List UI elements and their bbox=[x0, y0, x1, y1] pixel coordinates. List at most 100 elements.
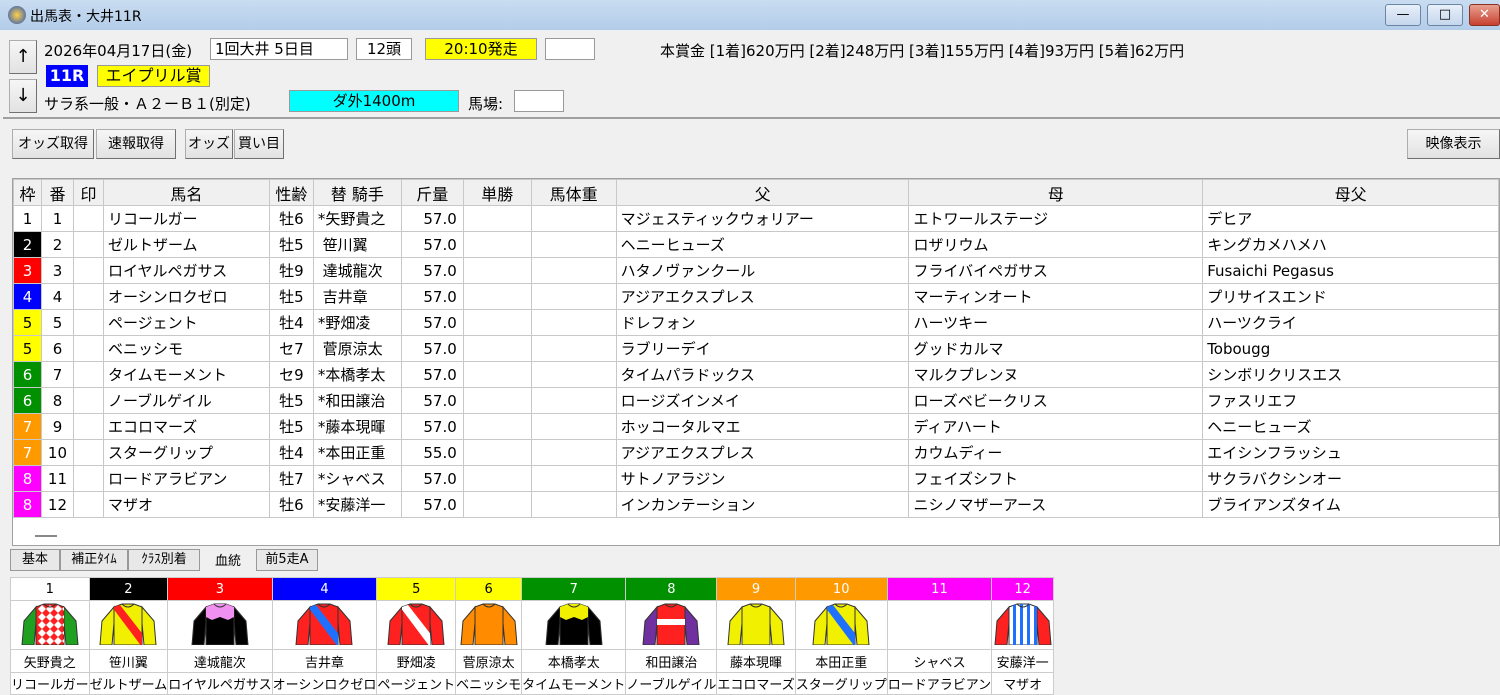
silk-jockey: 安藤洋一 bbox=[991, 649, 1055, 673]
divider bbox=[3, 117, 1500, 119]
column-header[interactable]: 母 bbox=[908, 179, 1204, 206]
column-header[interactable]: 斤量 bbox=[400, 179, 464, 206]
app-logo-icon bbox=[8, 6, 26, 24]
column-header[interactable]: 番 bbox=[40, 179, 74, 206]
silk-number: 8 bbox=[625, 577, 718, 601]
cell-sexage: 牡5 bbox=[268, 283, 314, 310]
column-header[interactable]: 印 bbox=[72, 179, 104, 206]
cell-odds bbox=[462, 231, 532, 258]
cell-bw bbox=[530, 413, 617, 440]
cell-num: 12 bbox=[40, 491, 74, 518]
silk-number: 6 bbox=[455, 577, 523, 601]
silk-horse: ロイヤルペガサス bbox=[167, 672, 273, 695]
silk-cell bbox=[167, 600, 273, 650]
cell-name: スターグリップ bbox=[102, 439, 270, 466]
race-card-grid[interactable]: 枠番印馬名 性齢替 騎手 斤量 単勝 馬体重父母母父 1 1 リコールガー 牡6 *矢野貴之 57… bbox=[12, 178, 1500, 546]
cell-sire: ラブリーデイ bbox=[615, 335, 910, 362]
cell-odds bbox=[462, 257, 532, 284]
column-header[interactable]: 単勝 bbox=[462, 179, 532, 206]
cell-weight: 57.0 bbox=[400, 413, 464, 440]
table-row[interactable]: 8 11 ロードアラビアン 牡7 *シャベス 57.0 サトノアラジン フェイズシフト サクラバ… bbox=[13, 465, 1499, 492]
silk-jockey: 本田正重 bbox=[794, 649, 888, 673]
cell-sire: タイムパラドックス bbox=[615, 361, 910, 388]
close-button[interactable]: ✕ bbox=[1469, 4, 1500, 26]
cell-sire: アジアエクスプレス bbox=[615, 439, 910, 466]
table-row[interactable]: 7 10 スターグリップ 牡4 *本田正重 55.0 アジアエクスプレス カウムディー エイシン… bbox=[13, 439, 1499, 466]
silk-horse: ベニッシモ bbox=[455, 672, 523, 695]
title-bar: 出馬表・大井11R — □ ✕ bbox=[0, 0, 1500, 30]
video-display-button[interactable]: 映像表示 bbox=[1407, 129, 1500, 159]
column-header[interactable]: 母父 bbox=[1202, 179, 1499, 206]
buy-button[interactable]: 買い目 bbox=[234, 129, 284, 159]
cell-dam: ロザリウム bbox=[908, 231, 1204, 258]
table-row[interactable]: 7 9 エコロマーズ 牡5 *藤本現暉 57.0 ホッコータルマエ ディアハート ヘニーヒューズ bbox=[13, 413, 1499, 440]
tab-3[interactable]: 血統 bbox=[200, 551, 256, 573]
cell-bw bbox=[530, 283, 617, 310]
cell-bw bbox=[530, 387, 617, 414]
column-header[interactable]: 性齢 bbox=[268, 179, 314, 206]
cell-sexage: セ9 bbox=[268, 361, 314, 388]
column-header[interactable]: 父 bbox=[615, 179, 910, 206]
silk-jockey: 吉井章 bbox=[271, 649, 378, 673]
silk-horse: エコロマーズ bbox=[716, 672, 796, 695]
cell-sire: マジェスティックウォリアー bbox=[615, 205, 910, 232]
cell-sexage: 牡5 bbox=[268, 413, 314, 440]
cell-mark bbox=[72, 413, 104, 440]
cell-bms: キングカメハメハ bbox=[1202, 231, 1499, 258]
cell-bms: エイシンフラッシュ bbox=[1202, 439, 1499, 466]
silk-number: 9 bbox=[716, 577, 796, 601]
cell-name: マザオ bbox=[102, 491, 270, 518]
table-row[interactable]: 6 8 ノーブルゲイル 牡5 *和田譲治 57.0 ロージズインメイ ローズベビークリス ファス… bbox=[13, 387, 1499, 414]
table-row[interactable]: 5 5 ページェント 牡4 *野畑凌 57.0 ドレフォン ハーツキー ハーツクライ bbox=[13, 309, 1499, 336]
minimize-button[interactable]: — bbox=[1385, 4, 1421, 26]
silk-number: 10 bbox=[794, 577, 888, 601]
cell-name: ベニッシモ bbox=[102, 335, 270, 362]
cell-sexage: 牡6 bbox=[268, 205, 314, 232]
cell-waku: 8 bbox=[13, 465, 42, 492]
splitter-handle[interactable] bbox=[35, 535, 57, 537]
table-row[interactable]: 2 2 ゼルトザーム 牡5 笹川翼 57.0 ヘニーヒューズ ロザリウム キングカメハメハ bbox=[13, 231, 1499, 258]
tab-2[interactable]: ｸﾗｽ別着 bbox=[128, 549, 200, 571]
table-row[interactable]: 5 6 ベニッシモ セ7 菅原涼太 57.0 ラブリーデイ グッドカルマ Tobougg bbox=[13, 335, 1499, 362]
next-race-button[interactable]: ↓ bbox=[9, 79, 37, 113]
maximize-button[interactable]: □ bbox=[1427, 4, 1463, 26]
odds-button[interactable]: オッズ bbox=[185, 129, 233, 159]
column-header[interactable]: 馬体重 bbox=[530, 179, 617, 206]
jockey-silk-icon bbox=[460, 603, 518, 646]
cell-weight: 57.0 bbox=[400, 491, 464, 518]
fetch-odds-button[interactable]: オッズ取得 bbox=[12, 129, 94, 159]
cell-waku: 8 bbox=[13, 491, 42, 518]
cell-sexage: 牡4 bbox=[268, 309, 314, 336]
cell-bw bbox=[530, 205, 617, 232]
cell-jockey: *野畑凌 bbox=[312, 309, 402, 336]
table-row[interactable]: 1 1 リコールガー 牡6 *矢野貴之 57.0 マジェスティックウォリアー エトワールステー… bbox=[13, 205, 1499, 232]
silk-number: 3 bbox=[167, 577, 273, 601]
column-header[interactable]: 枠 bbox=[13, 179, 42, 206]
cell-dam: ニシノマザーアース bbox=[908, 491, 1204, 518]
cell-bms: Tobougg bbox=[1202, 335, 1499, 362]
cell-num: 10 bbox=[40, 439, 74, 466]
tab-4[interactable]: 前5走A bbox=[256, 549, 318, 571]
table-row[interactable]: 4 4 オーシンロクゼロ 牡5 吉井章 57.0 アジアエクスプレス マーティンオート プリサ… bbox=[13, 283, 1499, 310]
tab-1[interactable]: 補正ﾀｲﾑ bbox=[60, 549, 128, 571]
cell-weight: 57.0 bbox=[400, 335, 464, 362]
cell-mark bbox=[72, 491, 104, 518]
table-row[interactable]: 8 12 マザオ 牡6 *安藤洋一 57.0 インカンテーション ニシノマザーアース ブライアン… bbox=[13, 491, 1499, 518]
silk-cell bbox=[991, 600, 1055, 650]
cell-dam: マーティンオート bbox=[908, 283, 1204, 310]
cell-weight: 57.0 bbox=[400, 283, 464, 310]
table-row[interactable]: 3 3 ロイヤルペガサス 牡9 達城龍次 57.0 ハタノヴァンクール フライバイペガサス F… bbox=[13, 257, 1499, 284]
fetch-flash-button[interactable]: 速報取得 bbox=[96, 129, 176, 159]
cell-mark bbox=[72, 465, 104, 492]
cell-num: 7 bbox=[40, 361, 74, 388]
cell-jockey: *シャベス bbox=[312, 465, 402, 492]
table-row[interactable]: 6 7 タイムモーメント セ9 *本橋孝太 57.0 タイムパラドックス マルクプレンヌ シンボ… bbox=[13, 361, 1499, 388]
column-header[interactable]: 馬名 bbox=[102, 179, 270, 206]
silks-panel: 1 2 3 4 5 6 7 8 9 10 11 12 矢野貴之 笹川翼 達城龍次 吉井章 野畑凌 菅原涼太 本橋孝… bbox=[10, 577, 1055, 695]
column-header[interactable]: 替 騎手 bbox=[312, 179, 402, 206]
race-card-table: 枠番印馬名 性齢替 騎手 斤量 単勝 馬体重父母母父 1 1 リコールガー 牡6 *矢野貴之 57… bbox=[13, 179, 1499, 518]
cell-name: ページェント bbox=[102, 309, 270, 336]
cell-waku: 5 bbox=[13, 335, 42, 362]
tab-0[interactable]: 基本 bbox=[10, 549, 60, 571]
prev-race-button[interactable]: ↑ bbox=[9, 40, 37, 74]
